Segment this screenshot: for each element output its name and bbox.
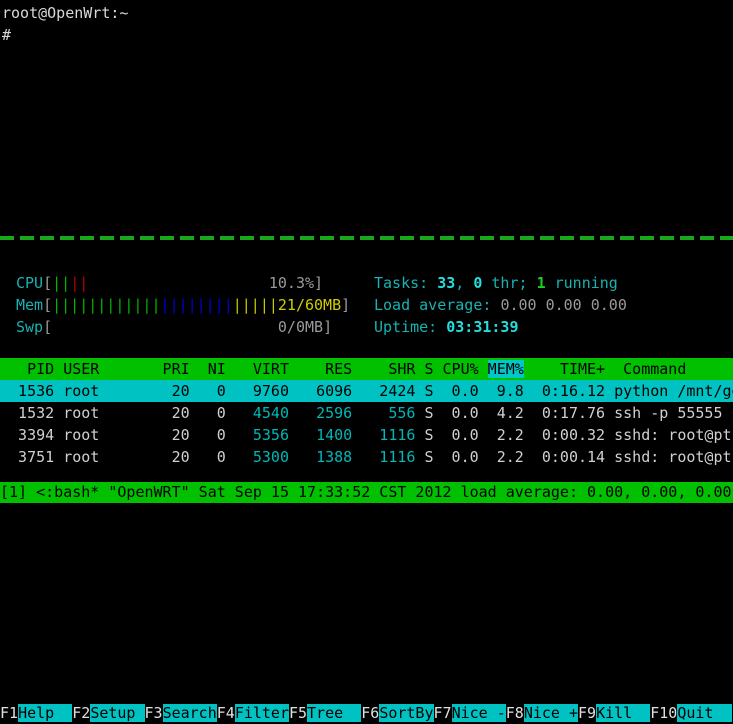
divider-dashes	[0, 236, 733, 240]
running-label: running	[545, 274, 618, 292]
row-pid-user-pri-ni: 1536 root 20 0	[0, 382, 226, 400]
tmux-pane-shell[interactable]: root@OpenWrt:~ #	[0, 0, 733, 240]
running-count: 1	[536, 274, 546, 292]
tmux-session-name: "OpenWRT"	[108, 483, 190, 501]
mem-meter-bar-yellow: |||||	[232, 296, 278, 314]
htop-stats-right: Tasks: 33, 0 thr; 1 running Load average…	[374, 272, 733, 338]
mem-meter-open-bracket: [	[43, 296, 53, 314]
function-action-filter[interactable]: Filter	[234, 704, 289, 722]
row-shr: 1116	[352, 448, 416, 466]
swp-meter-label: Swp	[16, 318, 44, 336]
mem-meter-label: Mem	[16, 296, 44, 314]
function-action-search[interactable]: Search	[162, 704, 217, 722]
mem-meter-bar-blue: ||||||||	[160, 296, 233, 314]
row-shr: 556	[352, 404, 416, 422]
thread-label: thr;	[482, 274, 537, 292]
row-state-cpu-mem-time-command: S 0.0 2.2 0:00.32 sshd: root@pts/1	[415, 426, 733, 444]
function-key-f2[interactable]: F2	[72, 704, 91, 722]
row-virt: 5356	[225, 426, 289, 444]
table-row[interactable]: 3751 root 20 0 5300 1388 1116 S 0.0 2.2 …	[0, 446, 733, 468]
function-key-f8[interactable]: F8	[505, 704, 524, 722]
header-columns-left[interactable]: PID USER PRI NI VIRT RES SHR S CPU%	[0, 360, 488, 378]
process-table-body: 1536 root 20 0 9760 6096 2424 S 0.0 9.8 …	[0, 380, 733, 468]
table-row[interactable]: 1532 root 20 0 4540 2596 556 S 0.0 4.2 0…	[0, 402, 733, 424]
load-average-label: Load average:	[374, 296, 501, 314]
row-virt: 5300	[225, 448, 289, 466]
row-res: 1388	[289, 448, 353, 466]
cpu-meter-bar-red: ||	[70, 274, 89, 292]
tasks-separator: ,	[455, 274, 474, 292]
swp-meter-open-bracket: [	[43, 318, 53, 336]
table-row[interactable]: 3394 root 20 0 5356 1400 1116 S 0.0 2.2 …	[0, 424, 733, 446]
terminal-screen: root@OpenWrt:~ # CPU[|||| 10.3%] Mem[|||…	[0, 0, 733, 724]
tasks-count: 33	[437, 274, 456, 292]
row-state-cpu-mem-time-command: S 0.0 2.2 0:00.14 sshd: root@pts/3	[415, 448, 733, 466]
swp-meter-close-bracket: ]	[323, 318, 333, 336]
tasks-stat: Tasks: 33, 0 thr; 1 running	[374, 272, 733, 294]
cpu-meter-spacer	[88, 274, 269, 292]
tmux-datetime: Sat Sep 15 17:33:52 CST 2012	[189, 483, 452, 501]
tmux-status-left: [1] <:bash*	[0, 483, 109, 501]
uptime-value: 03:31:39	[446, 318, 519, 336]
process-table-header[interactable]: PID USER PRI NI VIRT RES SHR S CPU% MEM%…	[0, 358, 733, 380]
mem-meter-bar-green: ||||||||||||	[52, 296, 161, 314]
function-key-f3[interactable]: F3	[144, 704, 163, 722]
function-key-f4[interactable]: F4	[216, 704, 235, 722]
mem-meter[interactable]: Mem[|||||||||||||||||||||||||21/60MB]	[16, 294, 366, 316]
function-key-f6[interactable]: F6	[361, 704, 380, 722]
tmux-load-average: load average: 0.00, 0.00, 0.00	[451, 483, 732, 501]
row-state-cpu-mem-time-command: S 0.0 9.8 0:16.12 python /mnt/goagen	[424, 382, 733, 400]
function-action-help[interactable]: Help	[18, 704, 73, 722]
load-average-stat: Load average: 0.00 0.00 0.00	[374, 294, 733, 316]
row-shr: 2424	[352, 382, 416, 400]
function-action-kill[interactable]: Kill	[596, 704, 651, 722]
swp-meter-value: 0/0MB	[277, 318, 324, 336]
shell-prompt-line: root@OpenWrt:~	[2, 4, 129, 22]
header-columns-right[interactable]: TIME+ Command	[524, 360, 686, 378]
tasks-label: Tasks:	[374, 274, 438, 292]
row-pid-user-pri-ni: 3751 root 20 0	[0, 448, 226, 466]
cpu-meter-value: 10.3%	[268, 274, 315, 292]
htop-meters-left: CPU[|||| 10.3%] Mem[||||||||||||||||||||…	[16, 272, 366, 338]
function-action-tree[interactable]: Tree	[307, 704, 362, 722]
cpu-meter[interactable]: CPU[|||| 10.3%]	[16, 272, 366, 294]
row-res: 1400	[289, 426, 353, 444]
row-pid-user-pri-ni: 3394 root 20 0	[0, 426, 226, 444]
row-res: 2596	[289, 404, 353, 422]
row-virt: 9760	[225, 382, 289, 400]
header-column-mem[interactable]: MEM%	[487, 360, 524, 378]
row-state-cpu-mem-time-command: S 0.0 4.2 0:17.76 ssh -p 55555 -CNfD	[424, 404, 733, 422]
swp-meter[interactable]: Swp[ 0/0MB]	[16, 316, 366, 338]
row-shr: 1116	[352, 426, 416, 444]
load-average-values: 0.00 0.00 0.00	[500, 296, 627, 314]
tmux-status-bar[interactable]: [1] <:bash* "OpenWRT" Sat Sep 15 17:33:5…	[0, 482, 733, 503]
uptime-label: Uptime:	[374, 318, 447, 336]
htop-process-table: PID USER PRI NI VIRT RES SHR S CPU% MEM%…	[0, 358, 733, 468]
row-pid-user-pri-ni: 1532 root 20 0	[0, 404, 226, 422]
function-key-f5[interactable]: F5	[289, 704, 308, 722]
function-key-f7[interactable]: F7	[433, 704, 452, 722]
function-action-nice[interactable]: Nice +	[523, 704, 578, 722]
function-action-quit[interactable]: Quit	[677, 704, 732, 722]
cpu-meter-bar-green: ||	[52, 274, 71, 292]
swp-meter-spacer	[52, 318, 278, 336]
function-action-setup[interactable]: Setup	[90, 704, 145, 722]
table-row[interactable]: 1536 root 20 0 9760 6096 2424 S 0.0 9.8 …	[0, 380, 733, 402]
cpu-meter-label: CPU	[16, 274, 44, 292]
htop-function-bar[interactable]: F1Help F2Setup F3SearchF4FilterF5Tree F6…	[0, 702, 733, 724]
function-key-f1[interactable]: F1	[0, 704, 19, 722]
function-action-sortby[interactable]: SortBy	[379, 704, 434, 722]
row-virt: 4540	[225, 404, 289, 422]
function-key-f10[interactable]: F10	[650, 704, 678, 722]
row-res: 6096	[289, 382, 353, 400]
function-key-f9[interactable]: F9	[578, 704, 597, 722]
shell-command-line[interactable]: #	[0, 24, 733, 46]
mem-meter-close-bracket: ]	[341, 296, 351, 314]
function-action-nice[interactable]: Nice -	[451, 704, 506, 722]
cpu-meter-open-bracket: [	[43, 274, 53, 292]
cpu-meter-close-bracket: ]	[314, 274, 324, 292]
uptime-stat: Uptime: 03:31:39	[374, 316, 733, 338]
tmux-pane-htop[interactable]: CPU[|||| 10.3%] Mem[||||||||||||||||||||…	[0, 242, 733, 724]
mem-meter-value: 21/60MB	[277, 296, 342, 314]
